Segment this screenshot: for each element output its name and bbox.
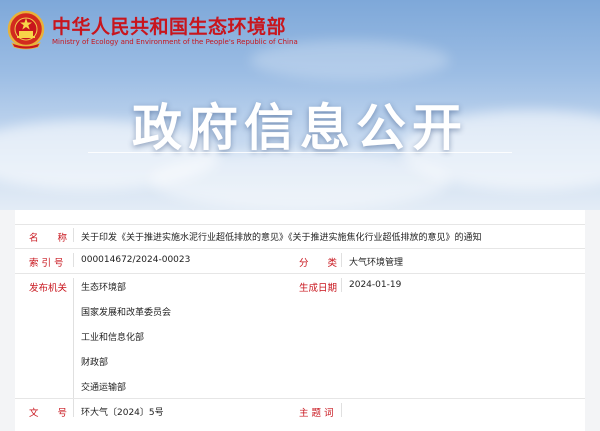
header-banner: 中华人民共和国生态环境部 Ministry of Ecology and Env… <box>0 0 600 210</box>
site-title[interactable]: 中华人民共和国生态环境部 <box>52 12 286 39</box>
category-label: 分 类 <box>299 258 338 269</box>
issuer-item: 国家发展和改革委员会 <box>81 308 172 318</box>
date-label: 生成日期 <box>299 283 338 294</box>
doc-no-value: 环大气〔2024〕5号 <box>81 408 164 418</box>
column-separator <box>341 403 342 417</box>
issuer-item: 生态环境部 <box>81 283 127 293</box>
subject-label: 主 题 词 <box>299 408 334 419</box>
national-emblem-icon[interactable] <box>6 10 46 50</box>
index-no-label: 索 引 号 <box>29 258 64 269</box>
name-label: 名 称 <box>29 233 68 244</box>
banner-title: 政府信息公开 <box>132 99 468 157</box>
doc-no-label: 文 号 <box>29 408 68 419</box>
info-card: 名 称 关于印发《关于推进实施水泥行业超低排放的意见》《关于推进实施焦化行业超低… <box>15 210 585 431</box>
row-divider <box>15 224 585 225</box>
column-separator <box>341 253 342 267</box>
column-separator <box>341 278 342 292</box>
issuer-label: 发布机关 <box>29 283 68 294</box>
category-value: 大气环境管理 <box>349 258 404 268</box>
column-separator <box>73 253 74 267</box>
column-separator <box>73 403 74 417</box>
name-value: 关于印发《关于推进实施水泥行业超低排放的意见》《关于推进实施焦化行业超低排放的意… <box>81 233 482 243</box>
site-title-english: Ministry of Ecology and Environment of t… <box>52 38 298 46</box>
column-separator <box>73 278 74 403</box>
index-no-value: 000014672/2024-00023 <box>81 255 191 265</box>
issuer-item: 财政部 <box>81 358 109 368</box>
cloud-decoration <box>250 40 450 80</box>
date-value: 2024-01-19 <box>349 280 402 290</box>
column-separator <box>73 228 74 242</box>
row-divider <box>15 248 585 249</box>
row-divider <box>15 273 585 274</box>
banner-divider <box>88 152 512 153</box>
row-divider <box>15 398 585 399</box>
issuer-item: 工业和信息化部 <box>81 333 145 343</box>
issuer-item: 交通运输部 <box>81 383 127 393</box>
